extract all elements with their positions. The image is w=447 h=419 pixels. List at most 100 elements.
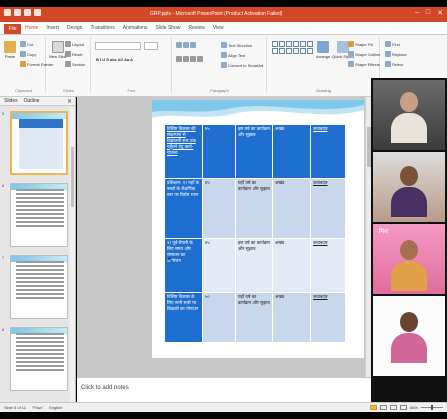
redo-icon[interactable] (34, 9, 41, 16)
drawing-group: Arrange Quick Styles Shape Fill Shape Ou… (268, 37, 380, 93)
shape-curve-icon[interactable] (293, 48, 299, 54)
shape-rounded-icon[interactable] (272, 48, 278, 54)
minimize-button[interactable]: – (415, 9, 419, 17)
participant-avatar (391, 166, 427, 217)
shape-arrow-icon[interactable] (293, 41, 299, 47)
slides-group: New Slide Layout Reset Section Slides (47, 37, 91, 93)
shape-rect-icon[interactable] (272, 41, 278, 47)
align-text-button[interactable]: Align Text (221, 52, 245, 58)
slide-sorter-button[interactable] (379, 405, 387, 410)
clipboard-group: Paste Cut Copy Format Painter Clipboard (2, 37, 53, 93)
convert-smartart-button[interactable]: Convert to SmartArt (221, 62, 263, 68)
table-cell[interactable]: इस वर्ष का कार्यक्रम और सुझाव (235, 124, 273, 179)
align-center-icon (183, 56, 189, 62)
zoom-slider[interactable] (421, 405, 443, 410)
text-direction-button[interactable]: Text Direction (221, 42, 252, 48)
close-window-button[interactable]: ✕ (437, 9, 443, 17)
replace-button[interactable]: Replace (385, 51, 407, 57)
participant-video[interactable] (373, 80, 445, 150)
copy-button[interactable]: Copy (20, 51, 36, 57)
bullets-button[interactable] (176, 42, 196, 48)
table-cell[interactable]: अखंड (272, 124, 311, 179)
slide-counter: Slide 5 of 11 (4, 405, 26, 410)
tab-outline[interactable]: Outline (24, 98, 40, 104)
table-cell[interactable]: प्रशिक्षण: १) यहाँ के बच्चों के शैक्षणिक… (164, 178, 203, 239)
tab-slide-show[interactable]: Slide Show (155, 25, 180, 31)
tab-transitions[interactable]: Transitions (90, 25, 114, 31)
shape-star-icon[interactable] (307, 41, 313, 47)
select-button[interactable]: Select (385, 61, 403, 67)
section-button[interactable]: Section (65, 61, 85, 67)
table-cell[interactable]: यहाँ वर्ष का कार्यक्रम और सुझाव (235, 292, 273, 343)
scroll-thumb[interactable] (71, 147, 74, 207)
participant-video[interactable] (373, 152, 445, 222)
shape-triangle-icon[interactable] (300, 41, 306, 47)
table-cell[interactable]: विशिष्ट विकास की संकल्पना से विद्यालयी स… (164, 124, 203, 179)
shape-outline-button[interactable]: Shape Outline (348, 51, 380, 57)
table-cell[interactable]: अखंड (272, 292, 311, 343)
table-cell[interactable]: ४५ (202, 238, 236, 293)
tab-view[interactable]: View (213, 25, 224, 31)
table-cell[interactable]: जवाबदार (310, 238, 346, 293)
table-cell[interactable]: अखंड (272, 238, 311, 293)
slideshow-button[interactable] (399, 405, 407, 410)
cut-button[interactable]: Cut (20, 41, 33, 47)
tab-file[interactable]: File (4, 24, 21, 34)
table-cell[interactable]: अखंड (272, 178, 311, 239)
table-cell[interactable]: विशिष्ट विकास के लिए सभी स्तरों पर शिक्ष… (164, 292, 203, 343)
tab-animations[interactable]: Animations (123, 25, 148, 31)
tab-slides[interactable]: Slides (4, 98, 18, 104)
thumbnail-card[interactable] (10, 255, 68, 319)
normal-view-button[interactable] (369, 405, 377, 410)
participant-video[interactable]: मिश (373, 224, 445, 294)
shape-more-icon[interactable] (307, 48, 313, 54)
font-format-buttons[interactable]: B I U S abc AV Aa A (96, 57, 133, 62)
table-row: प्रशिक्षण: १) यहाँ के बच्चों के शैक्षणिक… (164, 178, 346, 239)
table-cell[interactable]: ४५ (202, 178, 236, 239)
shape-brace-icon[interactable] (279, 48, 285, 54)
undo-icon[interactable] (24, 9, 31, 16)
table-cell[interactable]: जवाबदार (310, 292, 346, 343)
table-cell[interactable]: इस वर्ष का कार्यक्रम और सुझाव (235, 238, 273, 293)
reading-view-button[interactable] (389, 405, 397, 410)
table-cell[interactable]: ५० (202, 292, 236, 343)
table-cell[interactable]: ४५ (202, 124, 236, 179)
shapes-gallery[interactable] (272, 41, 313, 54)
pen-icon (348, 51, 354, 57)
arrange-button[interactable]: Arrange (316, 41, 330, 59)
shape-callout-icon[interactable] (286, 48, 292, 54)
shape-effects-button[interactable]: Shape Effects (348, 61, 380, 67)
find-button[interactable]: Find (385, 41, 400, 47)
maximize-button[interactable]: □ (426, 9, 430, 17)
table-cell[interactable]: यहाँ वर्ष का कार्यक्रम और सुझाव (235, 178, 273, 239)
current-slide[interactable]: विशिष्ट विकास की संकल्पना से विद्यालयी स… (152, 100, 364, 358)
slide-table[interactable]: विशिष्ट विकास की संकल्पना से विद्यालयी स… (164, 124, 346, 343)
shape-line-icon[interactable] (279, 41, 285, 47)
tab-design[interactable]: Design (67, 25, 83, 31)
notes-pane[interactable]: Click to add notes (77, 377, 371, 402)
paste-button[interactable]: Paste (4, 41, 16, 59)
pane-scrollbar[interactable] (70, 107, 75, 402)
font-size-box[interactable] (144, 42, 158, 50)
shape-oval-icon[interactable] (286, 41, 292, 47)
shape-fill-button[interactable]: Shape Fill (348, 41, 373, 47)
tab-review[interactable]: Review (188, 25, 204, 31)
thumbnail-card[interactable] (10, 183, 68, 247)
table-cell[interactable]: जवाबदार (310, 124, 346, 179)
font-name-box[interactable] (95, 42, 141, 50)
close-pane-button[interactable]: ✕ (67, 98, 72, 105)
reset-button[interactable]: Reset (65, 51, 82, 57)
align-buttons[interactable] (176, 56, 203, 62)
tab-insert[interactable]: Insert (46, 25, 59, 31)
tab-home[interactable]: Home (25, 25, 38, 31)
table-cell[interactable]: जवाबदार (310, 178, 346, 239)
thumbnail-card[interactable] (10, 111, 68, 175)
shape-hexagon-icon[interactable] (300, 48, 306, 54)
save-icon[interactable] (14, 9, 21, 16)
participant-video[interactable] (373, 296, 445, 376)
status-left: Slide 5 of 11 "Flow" English (4, 405, 62, 410)
thumbnail-card[interactable] (10, 327, 68, 391)
zoom-level[interactable]: 58% (410, 405, 418, 410)
language-indicator[interactable]: English (49, 405, 62, 410)
layout-button[interactable]: Layout (65, 41, 84, 47)
